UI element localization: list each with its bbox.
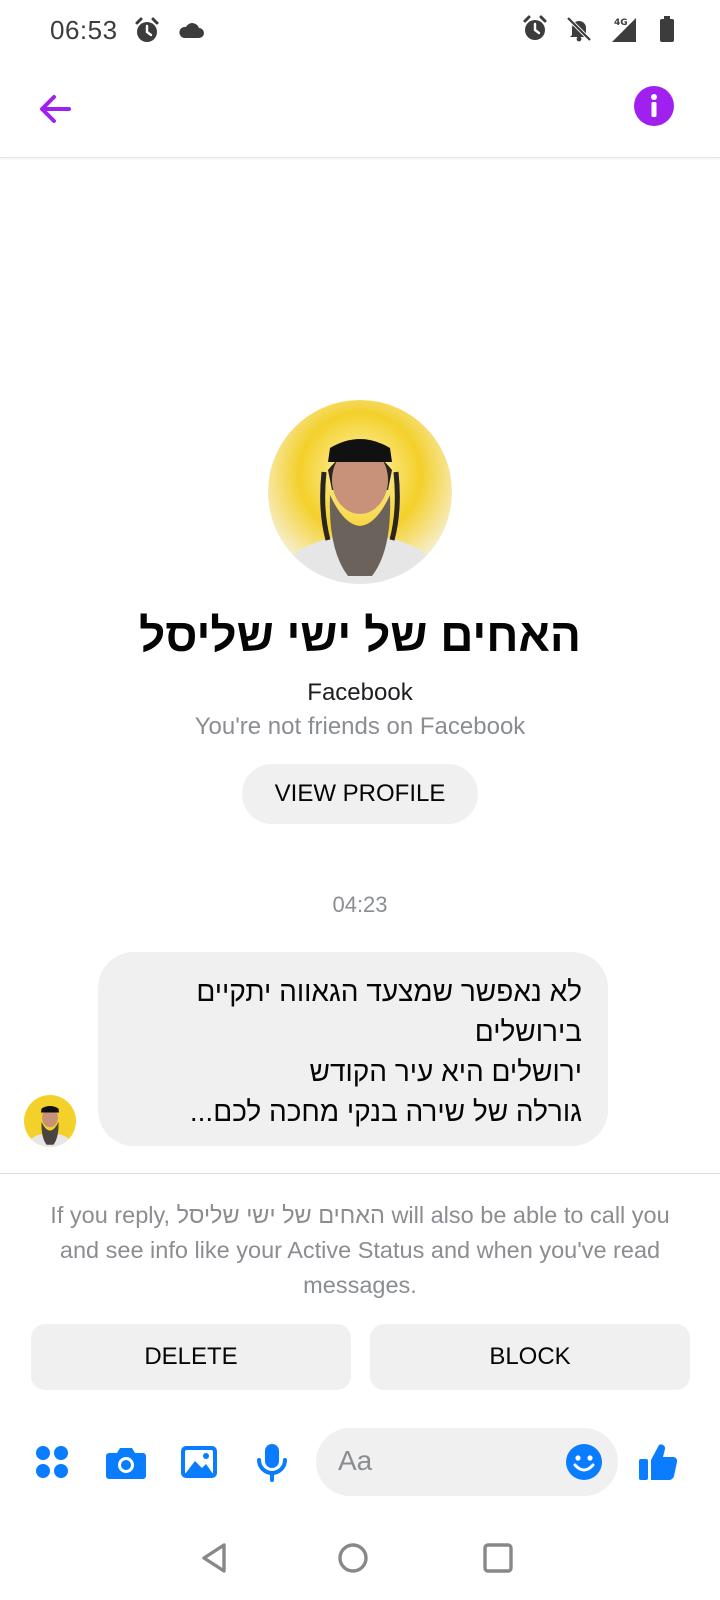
profile-name: האחים של ישי שליסל [139, 609, 581, 661]
delete-button[interactable]: DELETE [31, 1324, 351, 1390]
message-line: ירושלים היא עיר הקודש [309, 1056, 582, 1087]
composer-bar: Aa [0, 1428, 720, 1496]
svg-text:4G: 4G [614, 18, 628, 28]
avatar[interactable] [268, 400, 452, 584]
notice-sender-name: האחים של ישי שליסל [176, 1202, 385, 1228]
home-circle-icon[interactable] [331, 1536, 375, 1580]
status-bar: 06:53 4G [0, 0, 720, 62]
notice-prefix: If you reply, [50, 1202, 177, 1228]
thumbs-up-icon[interactable] [636, 1440, 680, 1484]
message-timestamp: 04:23 [332, 892, 388, 917]
cloud-icon [176, 16, 206, 46]
block-button[interactable]: BLOCK [370, 1324, 690, 1390]
message-line: לא נאפשר שמצעד הגאווה יתקיים [196, 976, 582, 1007]
message-request-notice: If you reply, האחים של ישי שליסל will al… [36, 1198, 684, 1303]
status-right-icons: 4G [520, 14, 682, 44]
alarm-icon [132, 16, 162, 46]
sender-avatar-image [24, 1095, 76, 1147]
avatar-image [268, 400, 452, 584]
message-line: גורלה של שירה בנקי מחכה לכם... [189, 1096, 582, 1127]
profile-section: האחים של ישי שליסל Facebook You're not f… [0, 400, 720, 824]
back-triangle-icon[interactable] [192, 1536, 236, 1580]
friend-status: You're not friends on Facebook [194, 713, 526, 740]
microphone-icon[interactable] [250, 1440, 294, 1484]
message-line: בירושלים [474, 1016, 582, 1047]
back-button[interactable] [30, 84, 80, 134]
profile-network: Facebook [307, 679, 413, 706]
signal-4g-icon: 4G [608, 14, 638, 44]
conversation-header [0, 62, 720, 158]
message-input-placeholder: Aa [338, 1445, 373, 1476]
sender-avatar[interactable] [24, 1095, 76, 1147]
emoji-icon[interactable] [564, 1442, 604, 1482]
divider [0, 1173, 720, 1174]
view-profile-button[interactable]: VIEW PROFILE [242, 764, 478, 824]
message-bubble[interactable]: לא נאפשר שמצעד הגאווה יתקיים בירושלים יר… [98, 952, 608, 1146]
info-button[interactable] [634, 86, 674, 126]
info-icon [651, 94, 657, 117]
camera-icon[interactable] [104, 1440, 148, 1484]
status-time: 06:53 [50, 15, 118, 45]
gallery-icon[interactable] [177, 1440, 221, 1484]
alarm-icon [520, 14, 550, 44]
system-nav-bar [0, 1520, 720, 1600]
status-left-icons [132, 16, 206, 46]
menu-dots-icon[interactable] [30, 1440, 74, 1484]
battery-icon [652, 14, 682, 44]
message-input[interactable]: Aa [316, 1428, 618, 1496]
bell-off-icon [564, 14, 594, 44]
arrow-left-icon [40, 95, 71, 123]
recents-square-icon[interactable] [476, 1536, 520, 1580]
